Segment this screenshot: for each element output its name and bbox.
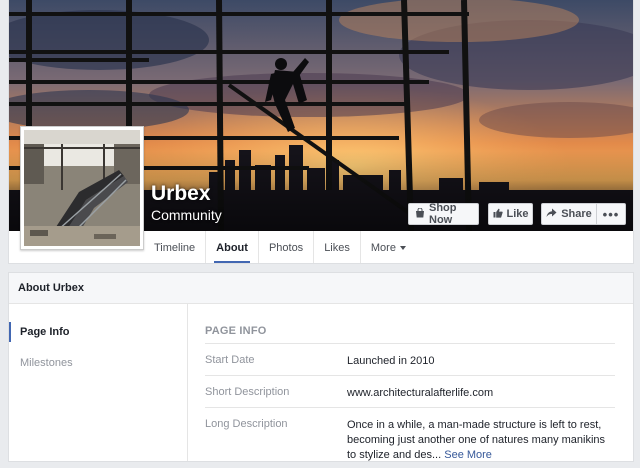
- more-dots-icon: •••: [602, 206, 620, 222]
- shop-now-label: Shop Now: [429, 202, 457, 226]
- info-value: Launched in 2010: [347, 355, 435, 367]
- see-more-link[interactable]: See More: [444, 449, 492, 461]
- tab-timeline[interactable]: Timeline: [144, 231, 205, 263]
- info-row-short-description: Short Description www.architecturalafter…: [205, 375, 615, 408]
- about-card: About Urbex Page Info Milestones PAGE IN…: [8, 272, 634, 462]
- page-name[interactable]: Urbex: [151, 182, 211, 206]
- info-value-link[interactable]: www.architecturalafterlife.com: [347, 386, 615, 401]
- tab-about[interactable]: About: [206, 231, 258, 263]
- thumbs-up-icon: [493, 208, 503, 221]
- tab-likes[interactable]: Likes: [314, 231, 360, 263]
- tab-label: Timeline: [154, 241, 196, 254]
- profile-picture[interactable]: [20, 126, 144, 250]
- share-label: Share: [561, 208, 592, 220]
- tab-more[interactable]: More: [361, 231, 416, 263]
- tab-label: About: [216, 241, 248, 254]
- page-header-card: Urbex Community Shop Now Like Share ••• …: [8, 0, 634, 264]
- shop-now-button[interactable]: Shop Now: [408, 202, 479, 226]
- info-row-start-date: Start Date Launched in 2010: [205, 343, 615, 376]
- tab-label: Photos: [268, 241, 304, 254]
- info-row-long-description: Long Description Once in a while, a man-…: [205, 407, 615, 468]
- tab-label: More: [370, 241, 396, 254]
- info-label: Long Description: [205, 418, 288, 430]
- about-card-title: About Urbex: [9, 273, 633, 304]
- share-arrow-icon: [546, 208, 557, 221]
- tab-photos[interactable]: Photos: [259, 231, 313, 263]
- like-label: Like: [506, 208, 529, 220]
- sidebar-item-milestones[interactable]: Milestones: [9, 352, 73, 374]
- more-options-button[interactable]: •••: [596, 203, 626, 225]
- info-value: Once in a while, a man-made structure is…: [347, 418, 615, 463]
- page-category[interactable]: Community: [151, 207, 222, 223]
- about-content: PAGE INFO Start Date Launched in 2010 Sh…: [205, 304, 615, 461]
- sidebar-item-label: Milestones: [20, 357, 73, 369]
- info-label: Short Description: [205, 386, 290, 398]
- like-button[interactable]: Like: [488, 203, 533, 225]
- caret-down-icon: [399, 245, 406, 250]
- info-label: Start Date: [205, 354, 255, 366]
- section-title: PAGE INFO: [205, 325, 267, 337]
- shopping-bag-icon: [415, 207, 425, 221]
- profile-picture-image: [24, 130, 140, 246]
- sidebar-item-label: Page Info: [20, 326, 70, 338]
- sidebar-item-page-info[interactable]: Page Info: [9, 321, 70, 343]
- tab-label: Likes: [324, 241, 350, 254]
- share-button[interactable]: Share: [541, 203, 597, 225]
- about-sidebar: Page Info Milestones: [9, 304, 188, 461]
- page-tabs: Timeline About Photos Likes More: [144, 231, 416, 263]
